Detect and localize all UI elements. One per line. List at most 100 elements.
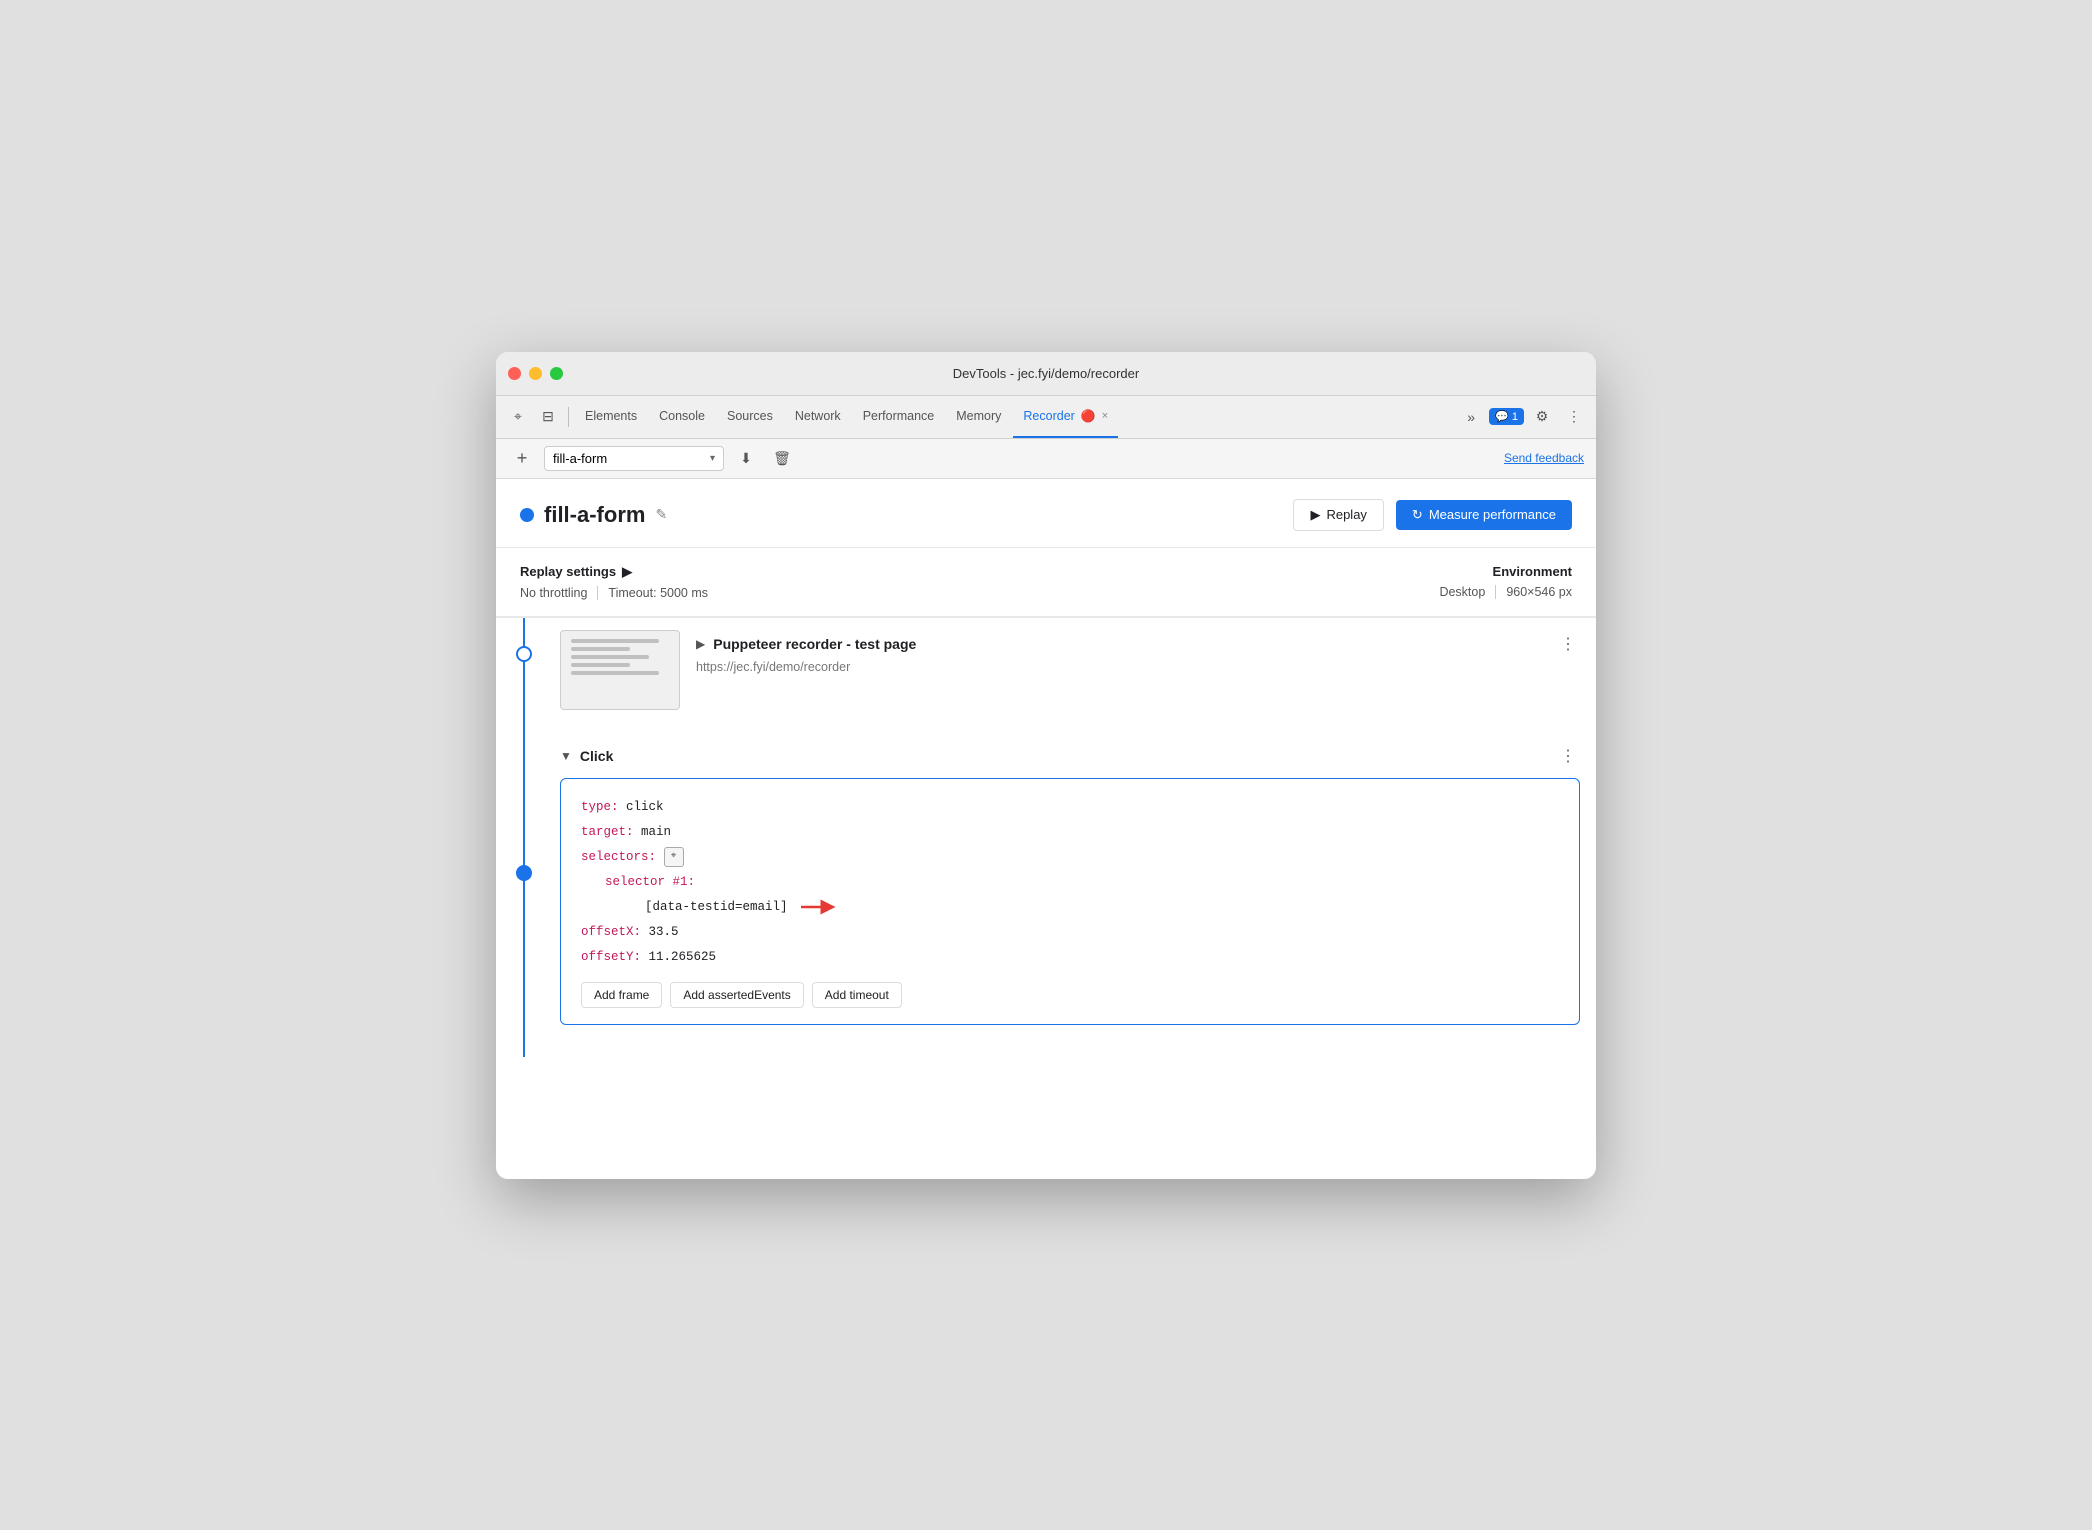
cursor-icon: ⌖ xyxy=(514,408,522,425)
minimize-button[interactable] xyxy=(529,367,542,380)
thumb-line-5 xyxy=(571,671,659,675)
env-detail: Desktop 960×546 px xyxy=(1439,585,1572,599)
code-target-line: target: main xyxy=(581,820,1559,845)
customize-btn[interactable]: ⋮ xyxy=(1560,403,1588,431)
replay-button[interactable]: ▶ Replay xyxy=(1293,499,1383,531)
env-title: Environment xyxy=(1439,564,1572,579)
tab-memory[interactable]: Memory xyxy=(946,396,1011,438)
page-step-expand-icon[interactable]: ▶ xyxy=(696,637,705,651)
dt-right-icons: » 💬 1 ⚙ ⋮ xyxy=(1457,403,1588,431)
tab-sources[interactable]: Sources xyxy=(717,396,783,438)
page-step-inner: ▶ Puppeteer recorder - test page ⋮ https… xyxy=(560,630,1580,710)
delete-btn[interactable]: 🗑 xyxy=(768,444,796,472)
steps-content-column: ▶ Puppeteer recorder - test page ⋮ https… xyxy=(552,618,1596,1057)
replay-settings-title[interactable]: Replay settings ▶ xyxy=(520,564,708,580)
window-title: DevTools - jec.fyi/demo/recorder xyxy=(953,366,1139,381)
selector-nested: selector #1: [data-testid=email] xyxy=(605,870,1559,920)
trash-icon: 🗑 xyxy=(773,450,791,467)
thumb-lines xyxy=(561,631,679,683)
close-button[interactable] xyxy=(508,367,521,380)
thumb-line-4 xyxy=(571,663,630,667)
code-offsetX-line: offsetX: 33.5 xyxy=(581,920,1559,945)
steps-row: ▶ Puppeteer recorder - test page ⋮ https… xyxy=(496,618,1596,1057)
devtools-chrome: ⌖ ⊟ Elements Console Sources Network Per… xyxy=(496,396,1596,439)
devtools-tabs: ⌖ ⊟ Elements Console Sources Network Per… xyxy=(496,396,1596,438)
chat-badge[interactable]: 💬 1 xyxy=(1489,408,1524,425)
offsetX-prop: offsetX: xyxy=(581,920,641,945)
environment-settings: Environment Desktop 960×546 px xyxy=(1439,564,1572,599)
tab-console[interactable]: Console xyxy=(649,396,715,438)
click-step-expand-icon[interactable]: ▼ xyxy=(560,749,572,763)
selector-inspect-icon[interactable]: ⌖ xyxy=(664,847,684,867)
offsetY-val: 11.265625 xyxy=(649,945,717,970)
settings-btn[interactable]: ⚙ xyxy=(1528,403,1556,431)
cursor-icon-btn[interactable]: ⌖ xyxy=(504,403,532,431)
recording-title-area: fill-a-form ✎ xyxy=(520,502,667,528)
recorder-tab-icon: 🔴 xyxy=(1081,409,1096,423)
click-step-title: Click xyxy=(580,748,613,764)
tab-network[interactable]: Network xyxy=(785,396,851,438)
step-action-buttons: Add frame Add assertedEvents Add timeout xyxy=(581,982,1559,1008)
recorder-tab-close[interactable]: × xyxy=(1102,410,1108,422)
measure-performance-button[interactable]: ↻ Measure performance xyxy=(1396,500,1572,530)
page-thumbnail xyxy=(560,630,680,710)
env-separator xyxy=(1495,585,1496,599)
recording-title: fill-a-form xyxy=(544,502,645,528)
offsetY-prop: offsetY: xyxy=(581,945,641,970)
timeline-dot-2 xyxy=(516,865,532,881)
code-selector1-val-line: [data-testid=email] xyxy=(645,895,1559,920)
recorder-toolbar: + fill-a-form ▾ ⬇ 🗑 Send feedback xyxy=(496,439,1596,479)
code-selectors-line: selectors: ⌖ xyxy=(581,845,1559,870)
target-val: main xyxy=(641,820,671,845)
chat-icon: 💬 xyxy=(1495,410,1509,423)
page-step-info: ▶ Puppeteer recorder - test page ⋮ https… xyxy=(696,630,1580,674)
recording-select[interactable]: fill-a-form ▾ xyxy=(544,446,724,471)
traffic-lights xyxy=(508,367,563,380)
page-step-url: https://jec.fyi/demo/recorder xyxy=(696,660,1580,674)
type-prop: type: xyxy=(581,795,619,820)
type-val: click xyxy=(626,795,664,820)
settings-separator xyxy=(597,586,598,600)
code-selector1-line: selector #1: xyxy=(605,870,1559,895)
tab-elements[interactable]: Elements xyxy=(575,396,647,438)
tab-separator xyxy=(568,407,569,427)
timeline-column xyxy=(496,618,552,1057)
selectors-prop: selectors: xyxy=(581,845,656,870)
more-tabs-btn[interactable]: » xyxy=(1457,403,1485,431)
selector1-val: [data-testid=email] xyxy=(645,895,788,920)
click-step-kebab-btn[interactable]: ⋮ xyxy=(1556,742,1580,770)
click-step-title-area: ▼ Click xyxy=(560,748,613,764)
page-step-kebab-btn[interactable]: ⋮ xyxy=(1556,630,1580,658)
thumb-line-3 xyxy=(571,655,649,659)
page-step-header: ▶ Puppeteer recorder - test page ⋮ xyxy=(696,630,1580,658)
click-step: ▼ Click ⋮ type: click target: xyxy=(560,734,1580,1025)
recorder-main: fill-a-form ✎ ▶ Replay ↻ Measure perform… xyxy=(496,479,1596,1179)
add-recording-btn[interactable]: + xyxy=(508,444,536,472)
edit-title-icon[interactable]: ✎ xyxy=(655,506,667,523)
download-btn[interactable]: ⬇ xyxy=(732,444,760,472)
header-actions: ▶ Replay ↻ Measure performance xyxy=(1293,499,1572,531)
replay-settings: Replay settings ▶ No throttling Timeout:… xyxy=(520,564,708,600)
add-timeout-button[interactable]: Add timeout xyxy=(812,982,902,1008)
target-prop: target: xyxy=(581,820,634,845)
select-arrow-icon: ▾ xyxy=(710,453,715,464)
add-frame-button[interactable]: Add frame xyxy=(581,982,662,1008)
customize-icon: ⋮ xyxy=(1567,408,1581,425)
play-icon: ▶ xyxy=(1310,507,1320,523)
panel-icon-btn[interactable]: ⊟ xyxy=(534,403,562,431)
timeline-line xyxy=(523,618,525,1057)
tab-recorder[interactable]: Recorder 🔴 × xyxy=(1013,396,1118,438)
page-step-title-area: ▶ Puppeteer recorder - test page xyxy=(696,636,916,652)
send-feedback-link[interactable]: Send feedback xyxy=(1504,451,1584,465)
maximize-button[interactable] xyxy=(550,367,563,380)
thumb-inner xyxy=(561,631,679,709)
timeline-dot-1 xyxy=(516,646,532,662)
code-type-line: type: click xyxy=(581,795,1559,820)
page-step-title: Puppeteer recorder - test page xyxy=(713,636,916,652)
add-asserted-events-button[interactable]: Add assertedEvents xyxy=(670,982,803,1008)
performance-icon: ↻ xyxy=(1412,507,1423,523)
thumb-line-1 xyxy=(571,639,659,643)
page-step: ▶ Puppeteer recorder - test page ⋮ https… xyxy=(560,630,1580,710)
settings-expand-icon: ▶ xyxy=(622,564,632,580)
tab-performance[interactable]: Performance xyxy=(853,396,945,438)
